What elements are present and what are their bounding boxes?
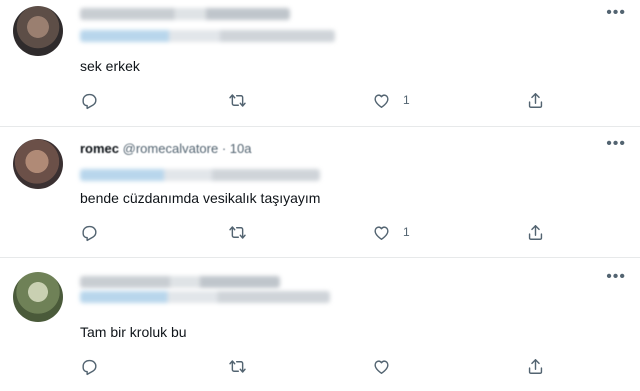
reply-icon [82, 359, 97, 375]
tweet-1[interactable]: ••• sek erkek 1 [0, 0, 640, 126]
more-icon[interactable]: ••• [606, 269, 626, 285]
tweet-text: sek erkek [80, 58, 140, 74]
retweet-button[interactable] [228, 355, 259, 377]
reply-icon [82, 225, 97, 241]
share-icon [528, 92, 543, 108]
blurred-user-handle [80, 291, 330, 303]
tweet-actions: 1 [80, 221, 560, 243]
share-icon [528, 224, 543, 240]
more-icon[interactable]: ••• [606, 5, 626, 21]
retweet-icon [229, 225, 246, 239]
like-count: 1 [403, 225, 410, 239]
tweet-text: bende cüzdanımda vesikalık taşıyayım [80, 190, 321, 206]
blurred-user-name [80, 8, 290, 20]
share-button[interactable] [526, 89, 545, 111]
share-icon [528, 358, 543, 374]
like-icon [374, 225, 389, 240]
user-name[interactable]: romec [80, 141, 119, 156]
like-button[interactable]: 1 [372, 89, 410, 111]
tweet-actions: 1 [80, 89, 560, 111]
like-icon [374, 93, 389, 108]
share-button[interactable] [526, 221, 545, 243]
retweet-button[interactable] [228, 221, 259, 243]
user-handle[interactable]: @romecalvatore [123, 141, 219, 156]
tweet-text: Tam bir kroluk bu [80, 324, 187, 340]
reply-icon [82, 93, 97, 109]
user-line: romec @romecalvatore · 10a [80, 141, 252, 156]
avatar[interactable] [13, 139, 63, 189]
timeline: ••• sek erkek 1 romec @romecalvatore · 1… [0, 0, 640, 391]
retweet-icon [229, 93, 246, 107]
retweet-icon [229, 359, 246, 373]
like-button[interactable] [372, 355, 403, 377]
retweet-button[interactable] [228, 89, 259, 111]
like-count: 1 [403, 93, 410, 107]
tweet-time[interactable]: · 10a [222, 141, 252, 156]
share-button[interactable] [526, 355, 545, 377]
reply-button[interactable] [80, 89, 111, 111]
avatar[interactable] [13, 272, 63, 322]
reply-button[interactable] [80, 221, 111, 243]
like-icon [374, 359, 389, 374]
tweet-actions [80, 355, 560, 377]
avatar[interactable] [13, 6, 63, 56]
blurred-user-handle [80, 30, 335, 42]
blurred-user-detail [80, 169, 320, 181]
like-button[interactable]: 1 [372, 221, 410, 243]
tweet-3[interactable]: ••• Tam bir kroluk bu [0, 258, 640, 391]
reply-button[interactable] [80, 355, 111, 377]
blurred-user-name [80, 276, 280, 288]
tweet-2[interactable]: romec @romecalvatore · 10a ••• bende cüz… [0, 127, 640, 257]
more-icon[interactable]: ••• [606, 136, 626, 152]
